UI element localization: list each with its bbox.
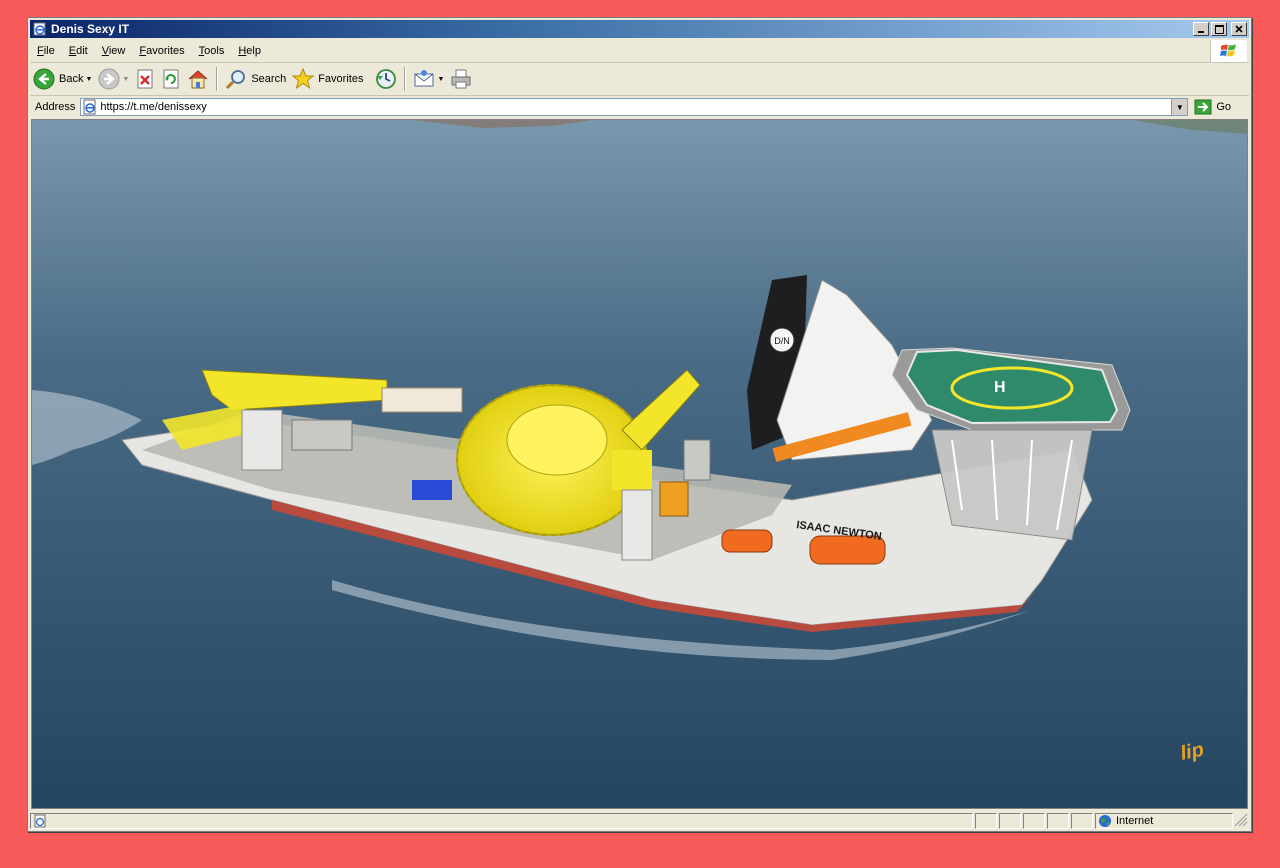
search-label: Search <box>251 73 287 85</box>
go-button[interactable]: Go <box>1194 99 1231 115</box>
mail-dropdown-icon[interactable]: ▼ <box>437 76 444 83</box>
favorites-button[interactable]: Favorites <box>289 65 366 93</box>
globe-icon <box>1099 815 1111 827</box>
back-dropdown-icon[interactable]: ▼ <box>85 76 92 83</box>
refresh-button[interactable] <box>158 65 184 93</box>
stop-button[interactable] <box>132 65 158 93</box>
page-content[interactable]: D/N H ISAAC NEWTON lip <box>31 119 1248 809</box>
maximize-button[interactable] <box>1211 22 1227 36</box>
stop-icon <box>137 69 153 89</box>
menu-file-label: ile <box>43 45 55 57</box>
menu-file[interactable]: File <box>30 45 62 57</box>
address-input[interactable] <box>98 101 1172 113</box>
windows-logo <box>1210 40 1247 62</box>
minimize-button[interactable] <box>1193 22 1209 36</box>
menu-edit-label: dit <box>76 45 88 57</box>
status-bar: Internet <box>30 812 1249 830</box>
funnel-logo: D/N <box>774 336 790 346</box>
refresh-icon <box>163 69 179 89</box>
ie-page-icon <box>33 22 46 36</box>
windows-flag-icon <box>1220 44 1236 57</box>
back-arrow-icon <box>33 68 55 90</box>
print-button[interactable] <box>447 65 475 93</box>
history-icon <box>376 69 397 89</box>
menu-favorites-label: avorites <box>146 45 185 57</box>
menu-view-label: iew <box>108 45 126 57</box>
history-button[interactable] <box>372 65 400 93</box>
status-panel <box>975 813 997 829</box>
close-button[interactable] <box>1231 22 1247 36</box>
go-label: Go <box>1216 101 1232 113</box>
menu-tools[interactable]: Tools <box>192 45 232 57</box>
forward-arrow-icon <box>98 68 120 90</box>
home-icon <box>189 70 208 89</box>
window-title: Denis Sexy IT <box>51 22 130 36</box>
mail-button[interactable]: ▼ <box>410 65 447 93</box>
security-zone[interactable]: Internet <box>1095 813 1233 829</box>
resize-grip-icon[interactable] <box>1235 813 1249 829</box>
menu-edit-accel: E <box>68 45 77 57</box>
status-panel <box>999 813 1021 829</box>
menu-file-accel: F <box>37 45 44 57</box>
maximize-icon <box>1214 24 1224 34</box>
status-text-area <box>30 813 973 829</box>
standard-toolbar: Back ▼ ▼ Search Favorites ▼ <box>30 63 1249 96</box>
address-label: Address <box>35 101 76 113</box>
toolbar-separator <box>404 67 407 91</box>
forward-dropdown-icon[interactable]: ▼ <box>122 76 129 83</box>
mail-icon <box>414 70 434 87</box>
printer-icon <box>451 69 471 89</box>
search-icon <box>226 70 246 90</box>
address-field[interactable]: ▼ <box>80 98 1189 116</box>
search-button[interactable]: Search <box>222 65 289 93</box>
toolbar-separator <box>216 67 219 91</box>
status-panel <box>1023 813 1045 829</box>
zone-label: Internet <box>1116 815 1154 827</box>
page-icon <box>83 99 96 115</box>
forward-button[interactable]: ▼ <box>95 65 132 93</box>
home-button[interactable] <box>184 65 212 93</box>
menu-view-accel: V <box>101 45 109 57</box>
ship-photo: D/N H ISAAC NEWTON lip <box>32 120 1247 808</box>
close-icon <box>1235 25 1243 33</box>
favorites-label: Favorites <box>318 73 364 85</box>
status-panel <box>1047 813 1069 829</box>
chevron-down-icon: ▼ <box>1175 102 1184 112</box>
minimize-icon <box>1198 31 1204 33</box>
back-button[interactable]: Back ▼ <box>30 65 95 93</box>
back-label: Back <box>59 73 84 85</box>
menu-help[interactable]: Help <box>231 45 268 57</box>
menu-favorites[interactable]: Favorites <box>132 45 191 57</box>
go-arrow-icon <box>1194 99 1212 115</box>
address-dropdown-button[interactable]: ▼ <box>1171 99 1188 115</box>
menu-view[interactable]: View <box>95 45 133 57</box>
helipad-mark: H <box>994 379 1006 396</box>
title-bar[interactable]: Denis Sexy IT <box>30 20 1249 38</box>
address-bar: Address ▼ Go <box>30 96 1249 118</box>
menu-edit[interactable]: Edit <box>62 45 95 57</box>
favorites-star-icon <box>292 68 315 90</box>
status-panel <box>1071 813 1093 829</box>
menu-bar: File Edit View Favorites Tools Help <box>30 40 1249 63</box>
page-status-icon <box>34 814 46 828</box>
menu-tools-label: ools <box>204 45 225 57</box>
menu-help-label: elp <box>246 45 261 57</box>
browser-window: Denis Sexy IT File Edit View Favorites T… <box>27 17 1252 832</box>
